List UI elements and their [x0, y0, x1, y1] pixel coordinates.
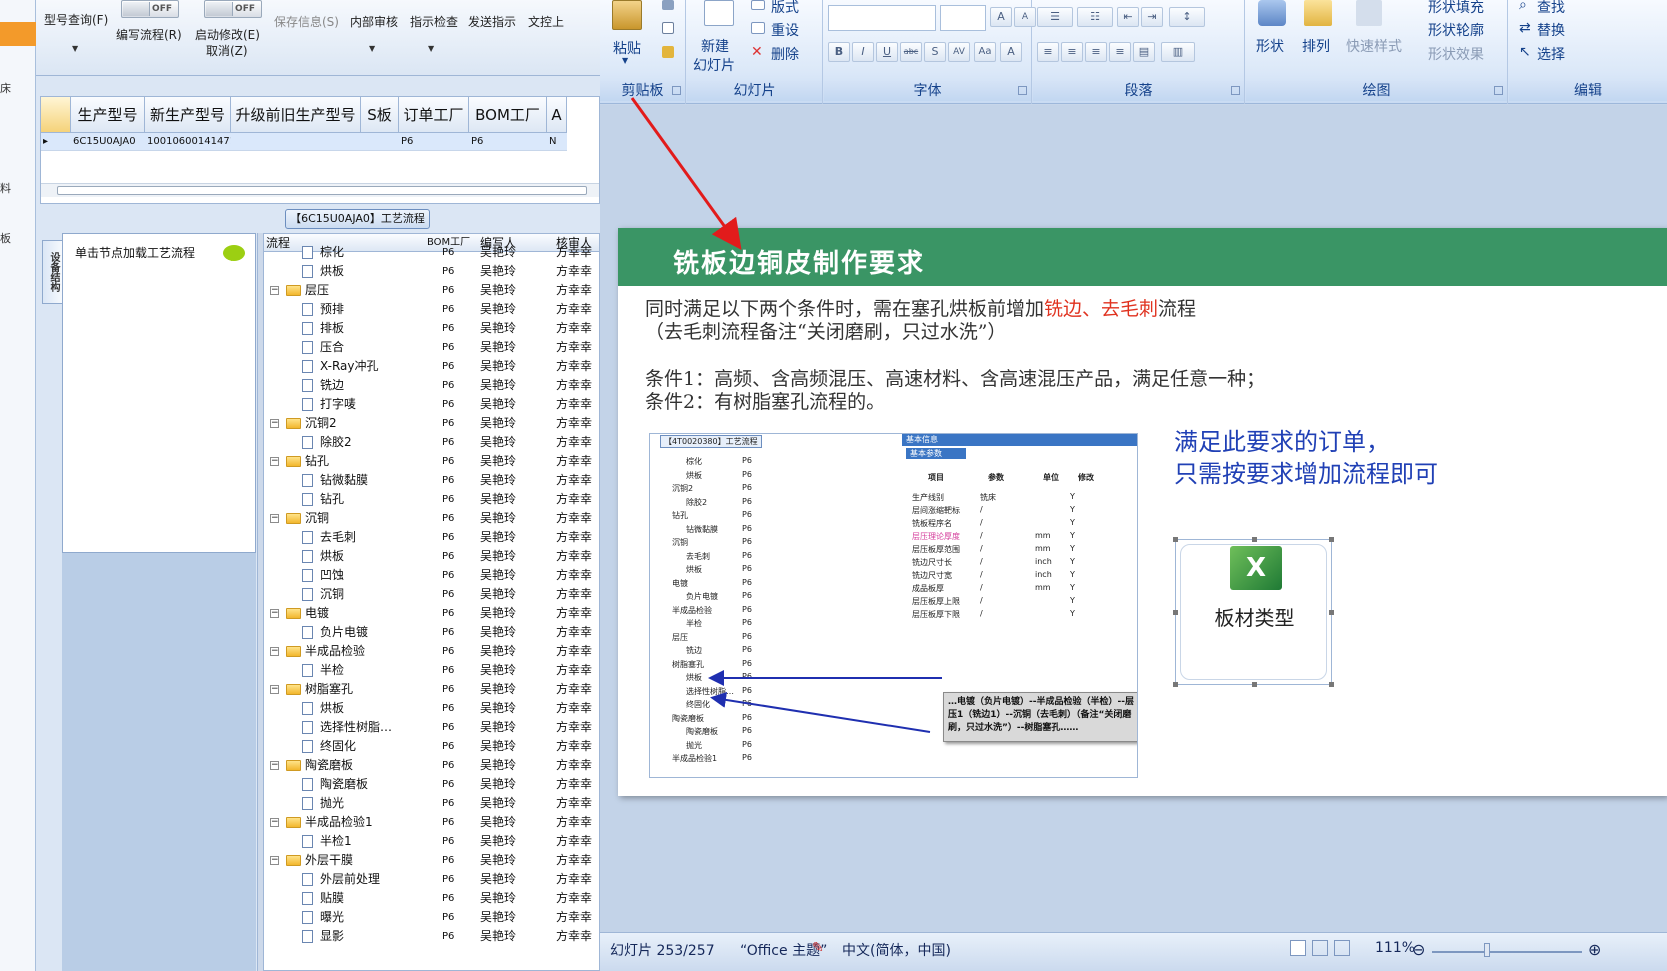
blue-arrow-2 [710, 691, 931, 733]
red-arrow [630, 97, 742, 250]
annotation-arrows [630, 97, 942, 733]
